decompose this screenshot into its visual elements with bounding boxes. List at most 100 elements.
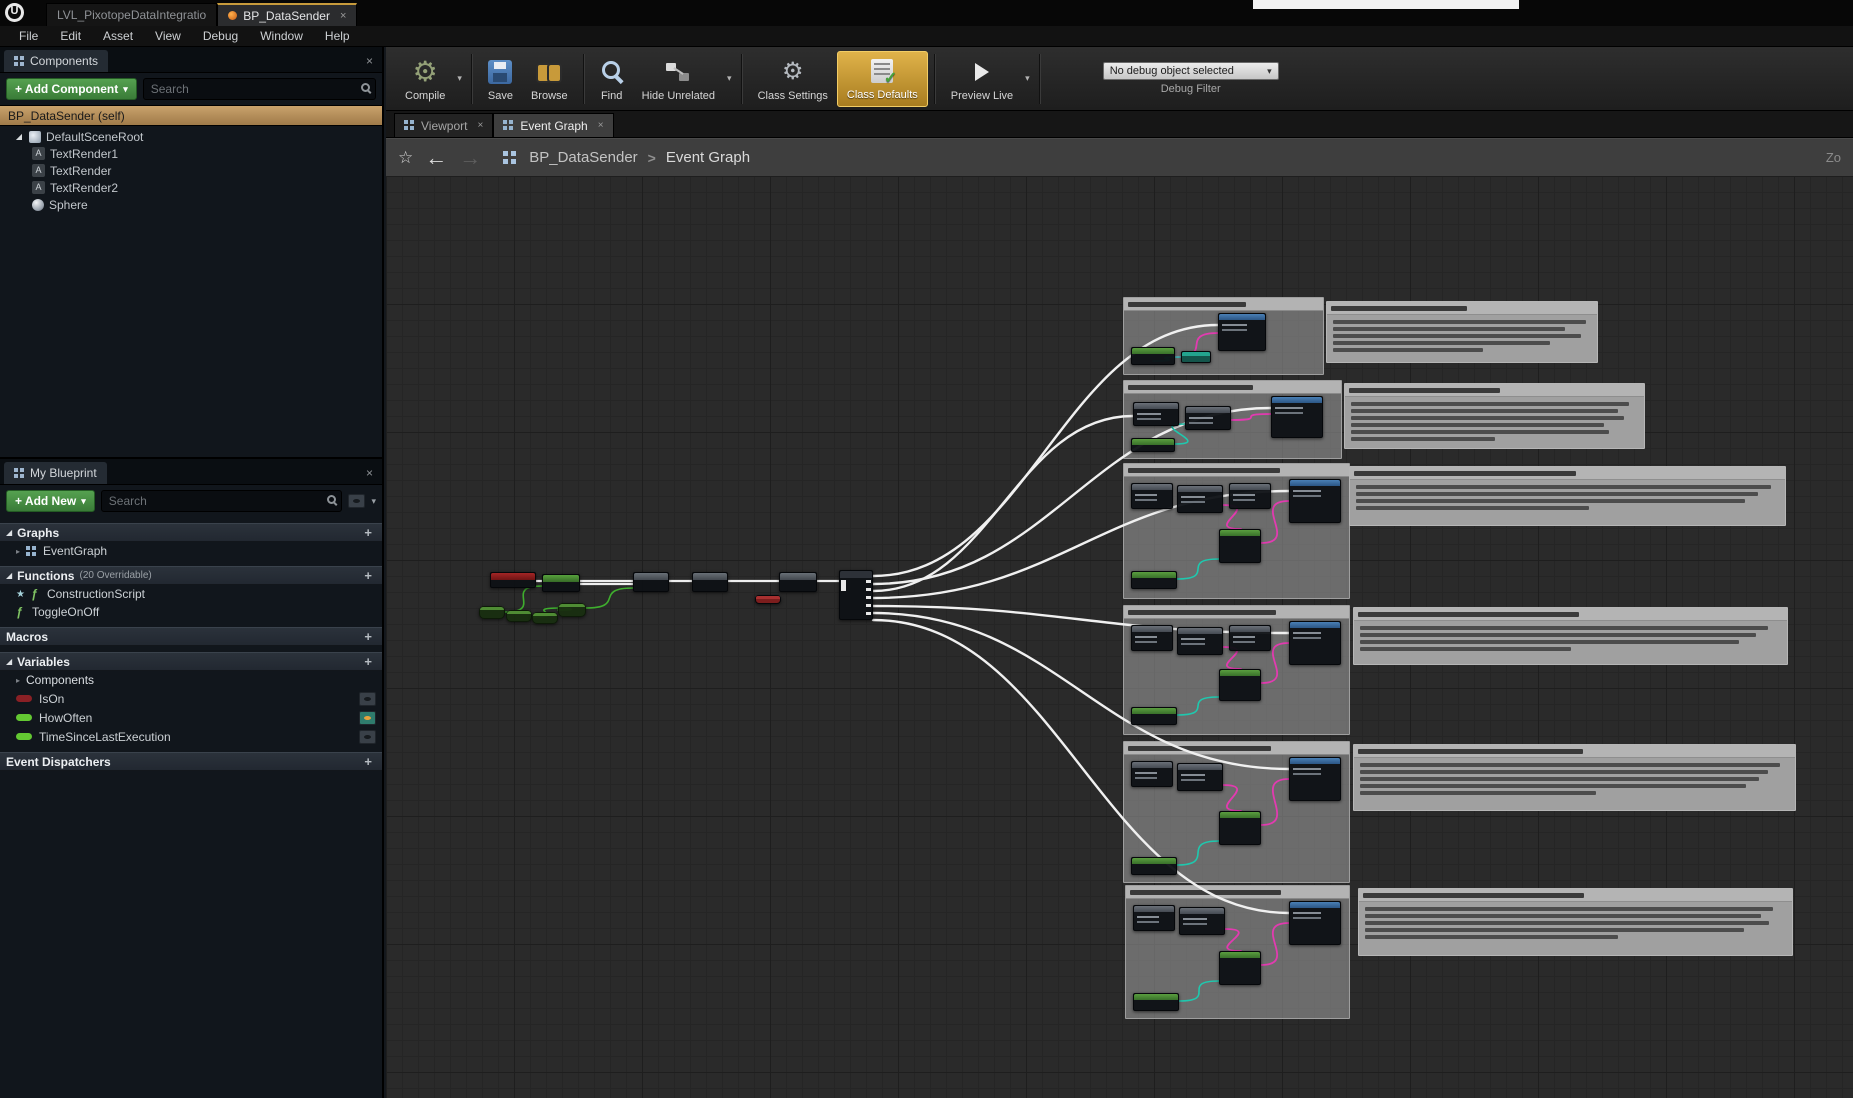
blueprint-node-green[interactable] — [1133, 993, 1179, 1011]
menu-item-edit[interactable]: Edit — [49, 26, 92, 47]
add-section-button[interactable]: + — [360, 629, 376, 644]
blueprint-node-gray[interactable] — [1131, 625, 1173, 651]
section-header-graphs[interactable]: ◢Graphs+ — [0, 523, 382, 542]
blueprint-node-gray[interactable] — [1179, 907, 1225, 935]
comment-box[interactable] — [1349, 466, 1786, 526]
chevron-down-icon[interactable]: ▾ — [454, 73, 465, 84]
section-header-variables[interactable]: ◢Variables+ — [0, 652, 382, 671]
blueprint-node-green-pure[interactable] — [558, 603, 586, 617]
chevron-down-icon[interactable]: ▾ — [371, 496, 376, 507]
blueprint-node-gray[interactable] — [1177, 485, 1223, 513]
blueprint-node-green[interactable] — [1131, 571, 1177, 589]
blueprint-node-gray[interactable] — [633, 572, 669, 592]
comment-box[interactable] — [1344, 383, 1645, 449]
my-blueprint-search-input[interactable] — [102, 491, 342, 511]
close-icon[interactable]: × — [361, 466, 378, 484]
debug-object-select[interactable]: No debug object selected▾ — [1103, 62, 1279, 80]
component-tree-item-textrender1[interactable]: ATextRender1 — [0, 145, 382, 162]
expander-icon[interactable]: ◢ — [6, 571, 12, 580]
add-section-button[interactable]: + — [360, 568, 376, 583]
blueprint-node-gray[interactable] — [1229, 483, 1271, 509]
variable-row-ison[interactable]: IsOn — [0, 689, 382, 708]
toolbar-button-save[interactable]: Save — [479, 51, 522, 107]
component-tree-item-textrender[interactable]: ATextRender — [0, 162, 382, 179]
blueprint-node-blue[interactable] — [1289, 757, 1341, 801]
breadcrumb-item-bp-datasender[interactable]: BP_DataSender — [529, 149, 637, 166]
eye-icon[interactable] — [359, 711, 376, 725]
component-tree-item-textrender2[interactable]: ATextRender2 — [0, 179, 382, 196]
menu-item-asset[interactable]: Asset — [92, 26, 144, 47]
tab-my-blueprint[interactable]: My Blueprint — [4, 462, 107, 484]
event-graph-canvas[interactable] — [386, 176, 1853, 1098]
toolbar-button-hide-unrelated[interactable]: Hide Unrelated — [633, 51, 724, 107]
blueprint-node-blue[interactable] — [1271, 396, 1323, 438]
toolbar-button-class-defaults[interactable]: Class Defaults — [837, 51, 928, 107]
blueprint-node-sequence[interactable] — [839, 570, 873, 620]
toolbar-button-class-settings[interactable]: ⚙Class Settings — [749, 51, 837, 107]
close-icon[interactable]: × — [340, 10, 346, 22]
blueprint-node-green[interactable] — [1219, 951, 1261, 985]
forward-arrow-icon[interactable]: → — [459, 147, 481, 169]
eye-icon[interactable] — [359, 692, 376, 706]
chevron-down-icon[interactable]: ▾ — [1022, 73, 1033, 84]
toolbar-button-preview-live[interactable]: Preview Live — [942, 51, 1022, 107]
asset-tab-bp-datasender[interactable]: BP_DataSender× — [217, 3, 357, 26]
blueprint-node-red[interactable] — [490, 572, 536, 588]
blueprint-node-gray[interactable] — [1177, 763, 1223, 791]
blueprint-node-green-pure[interactable] — [479, 606, 505, 619]
breadcrumb-item-event-graph[interactable]: Event Graph — [666, 149, 750, 166]
component-tree-item-sphere[interactable]: Sphere — [0, 196, 382, 213]
doc-tab-event-graph[interactable]: Event Graph× — [493, 113, 613, 137]
blueprint-row-eventgraph[interactable]: ▸EventGraph — [0, 542, 382, 560]
blueprint-node-green[interactable] — [1219, 811, 1261, 845]
comment-box[interactable] — [1353, 744, 1796, 811]
blueprint-node-gray[interactable] — [692, 572, 728, 592]
menu-item-window[interactable]: Window — [249, 26, 314, 47]
components-search-input[interactable] — [144, 79, 375, 99]
blueprint-node-gray[interactable] — [1131, 483, 1173, 509]
blueprint-row-toggleonoff[interactable]: ƒToggleOnOff — [0, 603, 382, 621]
blueprint-node-gray[interactable] — [1133, 402, 1179, 426]
section-header-functions[interactable]: ◢Functions(20 Overridable)+ — [0, 566, 382, 585]
blueprint-node-gray[interactable] — [1177, 627, 1223, 655]
add-section-button[interactable]: + — [360, 754, 376, 769]
toolbar-button-find[interactable]: Find — [591, 51, 633, 107]
blueprint-node-gray[interactable] — [1229, 625, 1271, 651]
doc-tab-viewport[interactable]: Viewport× — [394, 113, 493, 137]
blueprint-node-gray[interactable] — [1131, 761, 1173, 787]
section-header-macros[interactable]: Macros+ — [0, 627, 382, 646]
variable-row-howoften[interactable]: HowOften — [0, 708, 382, 727]
menu-item-debug[interactable]: Debug — [192, 26, 249, 47]
close-icon[interactable]: × — [477, 120, 483, 131]
add-new-button[interactable]: + Add New ▾ — [6, 490, 95, 512]
menu-item-file[interactable]: File — [8, 26, 49, 47]
expander-icon[interactable]: ◢ — [6, 657, 12, 666]
blueprint-node-blue[interactable] — [1289, 479, 1341, 523]
menu-item-help[interactable]: Help — [314, 26, 361, 47]
tab-components[interactable]: Components — [4, 50, 108, 72]
variable-row-timesincelastexecution[interactable]: TimeSinceLastExecution — [0, 727, 382, 746]
variables-group-components[interactable]: ▸Components — [0, 671, 382, 689]
expander-icon[interactable]: ▸ — [16, 547, 20, 556]
menu-item-view[interactable]: View — [144, 26, 192, 47]
component-tree-item-defaultsceneroot[interactable]: ◢DefaultSceneRoot — [0, 128, 382, 145]
blueprint-node-green-pure[interactable] — [506, 610, 532, 622]
favorite-star-icon[interactable]: ☆ — [398, 148, 413, 168]
blueprint-row-constructionscript[interactable]: ★ƒConstructionScript — [0, 585, 382, 603]
blueprint-node-gray[interactable] — [779, 572, 817, 592]
blueprint-node-blue[interactable] — [1289, 621, 1341, 665]
blueprint-node-green[interactable] — [542, 574, 580, 592]
eye-icon[interactable] — [359, 730, 376, 744]
comment-box[interactable] — [1358, 888, 1793, 956]
expander-icon[interactable]: ▸ — [16, 676, 20, 685]
close-icon[interactable]: × — [361, 54, 378, 72]
add-section-button[interactable]: + — [360, 654, 376, 669]
blueprint-node-blue[interactable] — [1289, 901, 1341, 945]
add-section-button[interactable]: + — [360, 525, 376, 540]
blueprint-node-green-pure[interactable] — [532, 612, 558, 624]
blueprint-node-green[interactable] — [1131, 707, 1177, 725]
blueprint-node-green[interactable] — [1219, 529, 1261, 563]
add-component-button[interactable]: + Add Component ▾ — [6, 78, 137, 100]
comment-box[interactable] — [1326, 301, 1598, 363]
section-header-event-dispatchers[interactable]: Event Dispatchers+ — [0, 752, 382, 771]
